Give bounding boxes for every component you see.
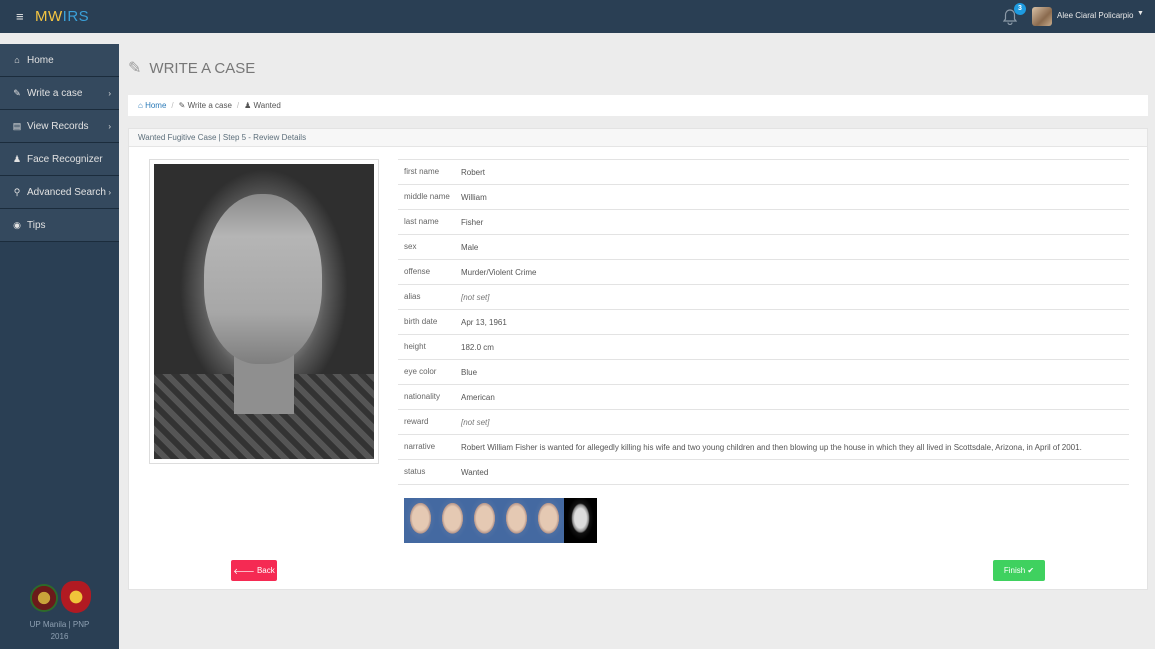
user-icon: ♟	[12, 153, 22, 164]
chevron-right-icon: ›	[108, 188, 111, 197]
page-title: ✎ WRITE A CASE	[128, 59, 256, 78]
table-row: first name Robert	[398, 160, 1129, 185]
finish-button[interactable]: Finish ✔	[993, 560, 1045, 581]
photo-thumbnails	[404, 498, 597, 543]
sidebar-item-label: Home	[27, 54, 54, 66]
sidebar-item-label: Tips	[27, 219, 46, 231]
field-label: status	[404, 467, 426, 476]
details-table: first name Robert middle name William last n…	[398, 159, 1129, 485]
breadcrumb-separator: /	[236, 101, 240, 110]
breadcrumb-current: ♟ Wanted	[244, 101, 281, 110]
table-row: nationality American	[398, 385, 1129, 410]
field-value: Wanted	[461, 468, 489, 477]
table-row: sex Male	[398, 235, 1129, 260]
up-manila-seal-logo	[30, 584, 58, 612]
field-label: narrative	[404, 442, 436, 451]
thumbnail-image[interactable]	[404, 498, 437, 543]
breadcrumb-separator: /	[171, 101, 174, 110]
chevron-right-icon: ›	[108, 122, 111, 131]
edit-icon: ✎	[13, 87, 21, 98]
fugitive-photo	[149, 159, 379, 464]
table-row: status Wanted	[398, 460, 1129, 485]
field-value: Murder/Violent Crime	[461, 268, 537, 277]
field-label: birth date	[404, 317, 438, 326]
field-value: Apr 13, 1961	[461, 318, 507, 327]
mugshot-image	[154, 164, 374, 459]
sidebar-item-label: View Records	[27, 120, 89, 132]
field-label: middle name	[404, 192, 450, 201]
home-icon: ⌂	[14, 55, 20, 65]
field-label: height	[404, 342, 426, 351]
sidebar-item-label: Advanced Search	[27, 186, 106, 198]
sidebar-menu: ⌂ Home ✎ Write a case › ▤ View Records › ♟ Face R…	[0, 44, 119, 242]
field-value: Blue	[461, 368, 478, 377]
menu-icon[interactable]: ≡	[16, 9, 24, 24]
thumbnail-image[interactable]	[468, 498, 501, 543]
chevron-right-icon: ›	[108, 89, 111, 98]
table-row: birth date Apr 13, 1961	[398, 310, 1129, 335]
user-name[interactable]: Alee Ciaral Policarpio	[1057, 11, 1133, 20]
search-icon: ⚲	[13, 186, 21, 197]
sidebar-item-label: Face Recognizer	[27, 153, 103, 165]
table-row: reward [not set]	[398, 410, 1129, 435]
field-value: Robert	[461, 168, 486, 177]
breadcrumb: ⌂ Home / ✎ Write a case / ♟ Wanted	[128, 95, 1148, 116]
field-value: [not set]	[461, 418, 490, 427]
eye-icon: ◉	[13, 219, 21, 230]
sidebar-item-advanced-search[interactable]: ⚲ Advanced Search ›	[0, 176, 119, 209]
back-button[interactable]: 🡐 Back	[231, 560, 277, 581]
arrow-left-icon: 🡐	[233, 566, 257, 576]
sidebar-item-home[interactable]: ⌂ Home	[0, 44, 119, 77]
field-label: reward	[404, 417, 429, 426]
sidebar-footer-credit: UP Manila | PNP	[29, 620, 90, 629]
list-icon: ▤	[12, 120, 22, 131]
field-label: first name	[404, 167, 440, 176]
field-value: William	[461, 193, 487, 202]
panel-heading: Wanted Fugitive Case | Step 5 - Review D…	[129, 129, 1147, 147]
sidebar-item-tips[interactable]: ◉ Tips	[0, 209, 119, 242]
sidebar-item-view-records[interactable]: ▤ View Records ›	[0, 110, 119, 143]
check-icon: ✔	[1025, 566, 1035, 575]
top-navbar: ≡ MWIRS 3 Alee Ciaral Policarpio ▼	[0, 0, 1155, 33]
field-value: [not set]	[461, 293, 490, 302]
sidebar-footer-year: 2016	[50, 632, 69, 641]
field-label: offense	[404, 267, 431, 276]
table-row: middle name William	[398, 185, 1129, 210]
thumbnail-image[interactable]	[532, 498, 565, 543]
pnp-seal-logo	[61, 581, 91, 613]
field-value: Robert William Fisher is wanted for alle…	[461, 443, 1082, 452]
sidebar: ⌂ Home ✎ Write a case › ▤ View Records › ♟ Face R…	[0, 44, 119, 649]
field-value: Fisher	[461, 218, 484, 227]
chevron-down-icon[interactable]: ▼	[1137, 10, 1144, 17]
table-row: alias [not set]	[398, 285, 1129, 310]
field-label: eye color	[404, 367, 437, 376]
avatar[interactable]	[1032, 7, 1052, 26]
review-panel: Wanted Fugitive Case | Step 5 - Review D…	[128, 128, 1148, 590]
sidebar-item-label: Write a case	[27, 87, 83, 99]
breadcrumb-home[interactable]: ⌂ Home	[138, 101, 166, 110]
field-label: alias	[404, 292, 421, 301]
edit-icon: ✎	[128, 60, 142, 77]
field-value: American	[461, 393, 495, 402]
table-row: narrative Robert William Fisher is wanted…	[398, 435, 1129, 460]
sidebar-item-face-recognizer[interactable]: ♟ Face Recognizer	[0, 143, 119, 176]
field-value: Male	[461, 243, 479, 252]
table-row: height 182.0 cm	[398, 335, 1129, 360]
notification-badge[interactable]: 3	[1014, 3, 1026, 15]
photo-face	[204, 194, 322, 364]
table-row: last name Fisher	[398, 210, 1129, 235]
field-label: last name	[404, 217, 439, 226]
thumbnail-image[interactable]	[436, 498, 469, 543]
field-label: nationality	[404, 392, 441, 401]
thumbnail-image[interactable]	[500, 498, 533, 543]
sidebar-item-write-a-case[interactable]: ✎ Write a case ›	[0, 77, 119, 110]
thumbnail-image[interactable]	[564, 498, 597, 543]
table-row: eye color Blue	[398, 360, 1129, 385]
app-brand[interactable]: MWIRS	[35, 8, 89, 25]
field-label: sex	[404, 242, 417, 251]
table-row: offense Murder/Violent Crime	[398, 260, 1129, 285]
breadcrumb-write-case[interactable]: ✎ Write a case	[179, 101, 232, 110]
field-value: 182.0 cm	[461, 343, 494, 352]
